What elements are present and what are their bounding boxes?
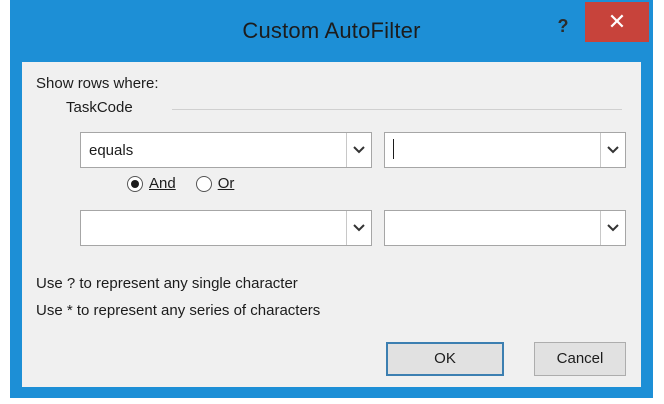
text-cursor [393, 139, 394, 159]
and-label[interactable]: And [149, 175, 176, 192]
field-name-label: TaskCode [66, 99, 139, 116]
close-icon: ✕ [607, 9, 627, 34]
help-button[interactable]: ? [551, 12, 575, 40]
logic-radio-group: And Or [127, 175, 234, 192]
condition2-operator-select[interactable] [80, 210, 372, 246]
condition1-operator-value: equals [89, 142, 134, 159]
title-bar[interactable]: Custom AutoFilter ? ✕ [10, 0, 653, 62]
condition1-value-combo[interactable] [384, 132, 626, 168]
condition1-operator-select[interactable]: equals [80, 132, 372, 168]
show-rows-caption: Show rows where: [36, 75, 159, 92]
dialog-window: Custom AutoFilter ? ✕ Show rows where: T… [10, 0, 653, 398]
dialog-body: Show rows where: TaskCode equals And Or [22, 62, 641, 387]
condition2-value-combo[interactable] [384, 210, 626, 246]
or-radio[interactable] [195, 175, 212, 192]
close-button[interactable]: ✕ [585, 2, 649, 42]
chevron-down-icon[interactable] [600, 211, 625, 245]
chevron-down-icon[interactable] [600, 133, 625, 167]
group-divider [172, 109, 622, 110]
hint-series-characters: Use * to represent any series of charact… [36, 302, 321, 319]
hint-single-character: Use ? to represent any single character [36, 275, 298, 292]
ok-button[interactable]: OK [386, 342, 504, 376]
or-label[interactable]: Or [218, 175, 235, 192]
cancel-button[interactable]: Cancel [534, 342, 626, 376]
chevron-down-icon[interactable] [346, 133, 371, 167]
and-radio[interactable] [127, 175, 143, 192]
chevron-down-icon[interactable] [346, 211, 371, 245]
